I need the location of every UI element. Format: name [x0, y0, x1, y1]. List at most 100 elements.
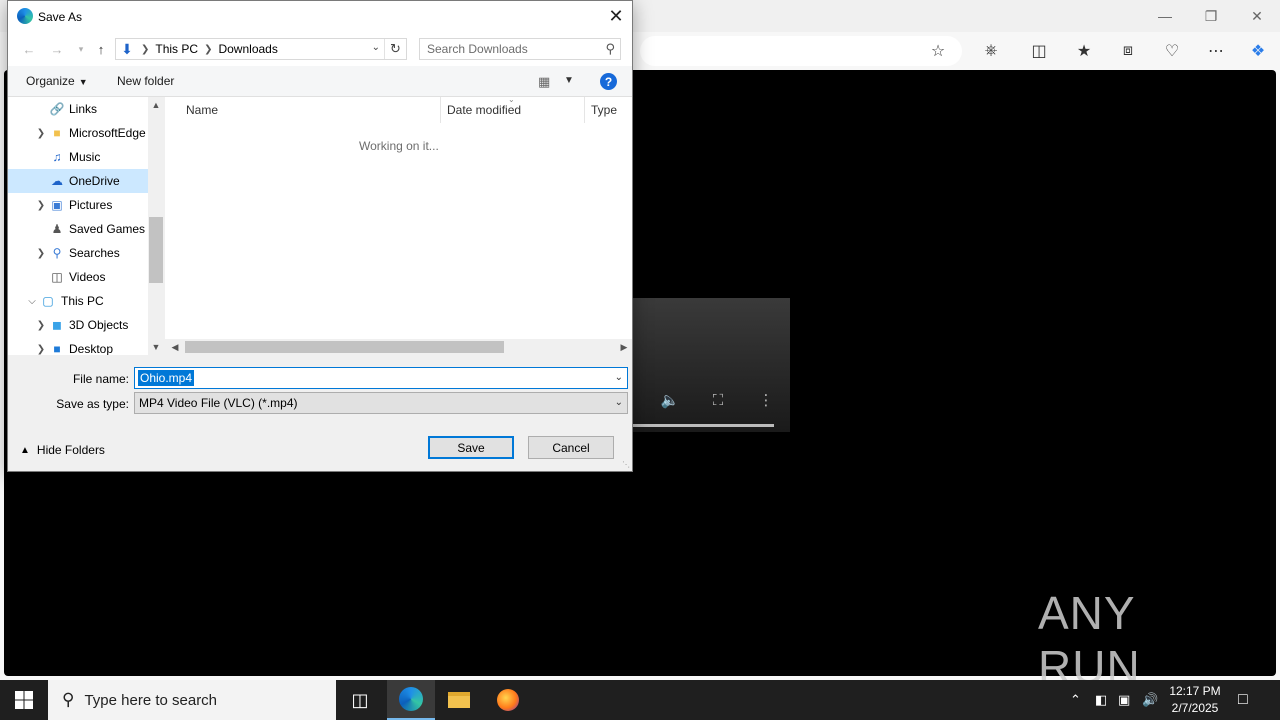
view-dropdown-icon[interactable]: ▼: [564, 75, 574, 86]
task-view-icon[interactable]: ◫: [336, 680, 384, 720]
video-more-icon[interactable]: ⋮: [756, 390, 776, 410]
tree-item-onedrive[interactable]: ☁ OneDrive: [8, 169, 148, 193]
edge-logo-icon: [399, 687, 423, 711]
system-clock[interactable]: 12:17 PM 2/7/2025: [1160, 683, 1230, 717]
tree-item-saved-games[interactable]: ♟ Saved Games: [8, 217, 148, 241]
video-progress-bar[interactable]: [632, 424, 774, 427]
file-name-input[interactable]: Ohio.mp4 ⌄: [134, 367, 628, 389]
tree-item-videos[interactable]: ◫ Videos: [8, 265, 148, 289]
desktop-icon: ■: [53, 342, 61, 355]
tree-item-label: Searches: [69, 246, 120, 260]
hide-folders-button[interactable]: ▲ Hide Folders: [20, 443, 105, 457]
breadcrumb-separator-icon: ❯: [204, 43, 213, 55]
favorites-icon[interactable]: ★: [1072, 40, 1096, 62]
searches-icon: ⚲: [52, 246, 62, 260]
scroll-down-icon[interactable]: ▼: [148, 339, 164, 355]
volume-icon[interactable]: 🔈: [660, 390, 680, 410]
up-arrow-icon[interactable]: ↑: [92, 40, 110, 58]
minimize-button[interactable]: —: [1142, 0, 1188, 32]
chevron-right-icon[interactable]: ❯: [35, 127, 47, 139]
favorite-star-icon[interactable]: ☆: [926, 40, 950, 62]
edge-taskbar-icon[interactable]: [387, 680, 435, 720]
tree-item-label: Videos: [69, 270, 106, 284]
restore-button[interactable]: ❐: [1188, 0, 1234, 32]
save-type-dropdown-icon[interactable]: ⌄: [615, 397, 623, 408]
path-dropdown-icon[interactable]: ⌄: [372, 42, 380, 53]
save-button[interactable]: Save: [428, 436, 514, 459]
meet-now-icon[interactable]: ◧: [1095, 680, 1107, 720]
organize-caret-icon: ▼: [78, 77, 88, 87]
chevron-right-icon[interactable]: ❯: [35, 247, 47, 259]
address-bar[interactable]: [640, 36, 962, 66]
chevron-right-icon[interactable]: ❯: [35, 343, 47, 355]
tree-item-label: Pictures: [69, 198, 113, 212]
firefox-icon[interactable]: [484, 680, 532, 720]
breadcrumb-downloads[interactable]: Downloads: [215, 42, 280, 56]
refresh-icon[interactable]: ↻: [384, 39, 406, 59]
chevron-right-icon[interactable]: ❯: [35, 199, 47, 211]
chevron-up-icon: ▲: [20, 444, 30, 456]
chevron-down-icon[interactable]: ⌵: [26, 295, 38, 307]
collections-icon[interactable]: ⧈: [1116, 40, 1140, 62]
address-breadcrumb[interactable]: ⬇ ❯ This PC ❯ Downloads ⌄ ↻: [115, 38, 407, 60]
volume-icon[interactable]: 🔊: [1142, 680, 1158, 720]
tree-item-desktop[interactable]: ❯ ■ Desktop: [8, 337, 148, 355]
tree-item-3d-objects[interactable]: ❯ ◼ 3D Objects: [8, 313, 148, 337]
search-icon: ⚲: [605, 41, 615, 56]
notifications-icon[interactable]: □: [1238, 680, 1248, 720]
view-options-icon[interactable]: ▦: [538, 74, 550, 90]
column-header-name[interactable]: Name: [180, 97, 440, 123]
tree-item-links[interactable]: 🔗 Links: [8, 97, 148, 121]
fullscreen-icon[interactable]: ⛶: [708, 390, 728, 410]
clock-date: 2/7/2025: [1171, 701, 1219, 715]
performance-icon[interactable]: ♡: [1160, 40, 1184, 62]
search-box[interactable]: ⚲: [419, 38, 621, 60]
taskbar-search[interactable]: ⚲ Type here to search: [48, 680, 336, 720]
breadcrumb-this-pc[interactable]: This PC: [152, 42, 201, 56]
music-icon: ♫: [52, 150, 62, 164]
file-name-value[interactable]: Ohio.mp4: [138, 370, 195, 386]
file-name-dropdown-icon[interactable]: ⌄: [615, 372, 623, 383]
horizontal-scroll-thumb[interactable]: [185, 341, 504, 353]
split-screen-icon[interactable]: ◫: [1027, 40, 1051, 62]
close-window-button[interactable]: ✕: [1234, 0, 1280, 32]
dialog-close-icon[interactable]: ✕: [604, 4, 628, 28]
recent-locations-chevron-icon[interactable]: ▾: [72, 40, 90, 58]
scroll-right-icon[interactable]: ▶: [616, 339, 632, 355]
taskbar-search-placeholder: Type here to search: [84, 691, 218, 709]
tree-scrollbar[interactable]: ▲ ▼: [148, 97, 164, 355]
show-hidden-icons[interactable]: ⌃: [1070, 680, 1081, 720]
resize-grip-icon[interactable]: ⋱: [622, 460, 630, 469]
cancel-button[interactable]: Cancel: [528, 436, 614, 459]
save-as-type-select[interactable]: MP4 Video File (VLC) (*.mp4) ⌄: [134, 392, 628, 414]
horizontal-scrollbar[interactable]: ◀ ▶: [165, 339, 632, 355]
help-icon[interactable]: ?: [600, 73, 617, 90]
tree-item-pictures[interactable]: ❯ ▣ Pictures: [8, 193, 148, 217]
tree-item-label: Links: [69, 102, 98, 116]
windows-logo-icon: [15, 691, 33, 709]
start-button[interactable]: [0, 680, 48, 720]
copilot-icon[interactable]: ❖: [1246, 40, 1270, 62]
new-folder-button[interactable]: New folder: [117, 74, 174, 88]
extensions-icon[interactable]: ⎈: [979, 40, 1003, 62]
network-icon[interactable]: ▣: [1118, 680, 1130, 720]
back-arrow-icon[interactable]: ←: [20, 40, 38, 58]
edge-app-icon: [17, 8, 33, 24]
column-header-type[interactable]: Type: [585, 97, 632, 123]
organize-button[interactable]: Organize ▼: [26, 74, 88, 88]
tree-item-microsoftedge[interactable]: ❯ ■ MicrosoftEdge: [8, 121, 148, 145]
tree-item-this-pc[interactable]: ⌵ ▢ This PC: [8, 289, 148, 313]
file-explorer-icon[interactable]: [435, 680, 483, 720]
chevron-right-icon[interactable]: ❯: [35, 319, 47, 331]
more-options-icon[interactable]: ⋯: [1204, 40, 1228, 62]
tree-item-searches[interactable]: ❯ ⚲ Searches: [8, 241, 148, 265]
tree-item-music[interactable]: ♫ Music: [8, 145, 148, 169]
tree-scroll-thumb[interactable]: [149, 217, 163, 283]
window-controls: — ❐ ✕: [1142, 0, 1280, 32]
forward-arrow-icon[interactable]: →: [48, 40, 66, 58]
search-input[interactable]: [420, 39, 595, 59]
scroll-up-icon[interactable]: ▲: [148, 97, 164, 113]
clock-time: 12:17 PM: [1169, 684, 1221, 698]
scroll-left-icon[interactable]: ◀: [167, 339, 183, 355]
downloads-arrow-icon: ⬇: [121, 40, 133, 57]
